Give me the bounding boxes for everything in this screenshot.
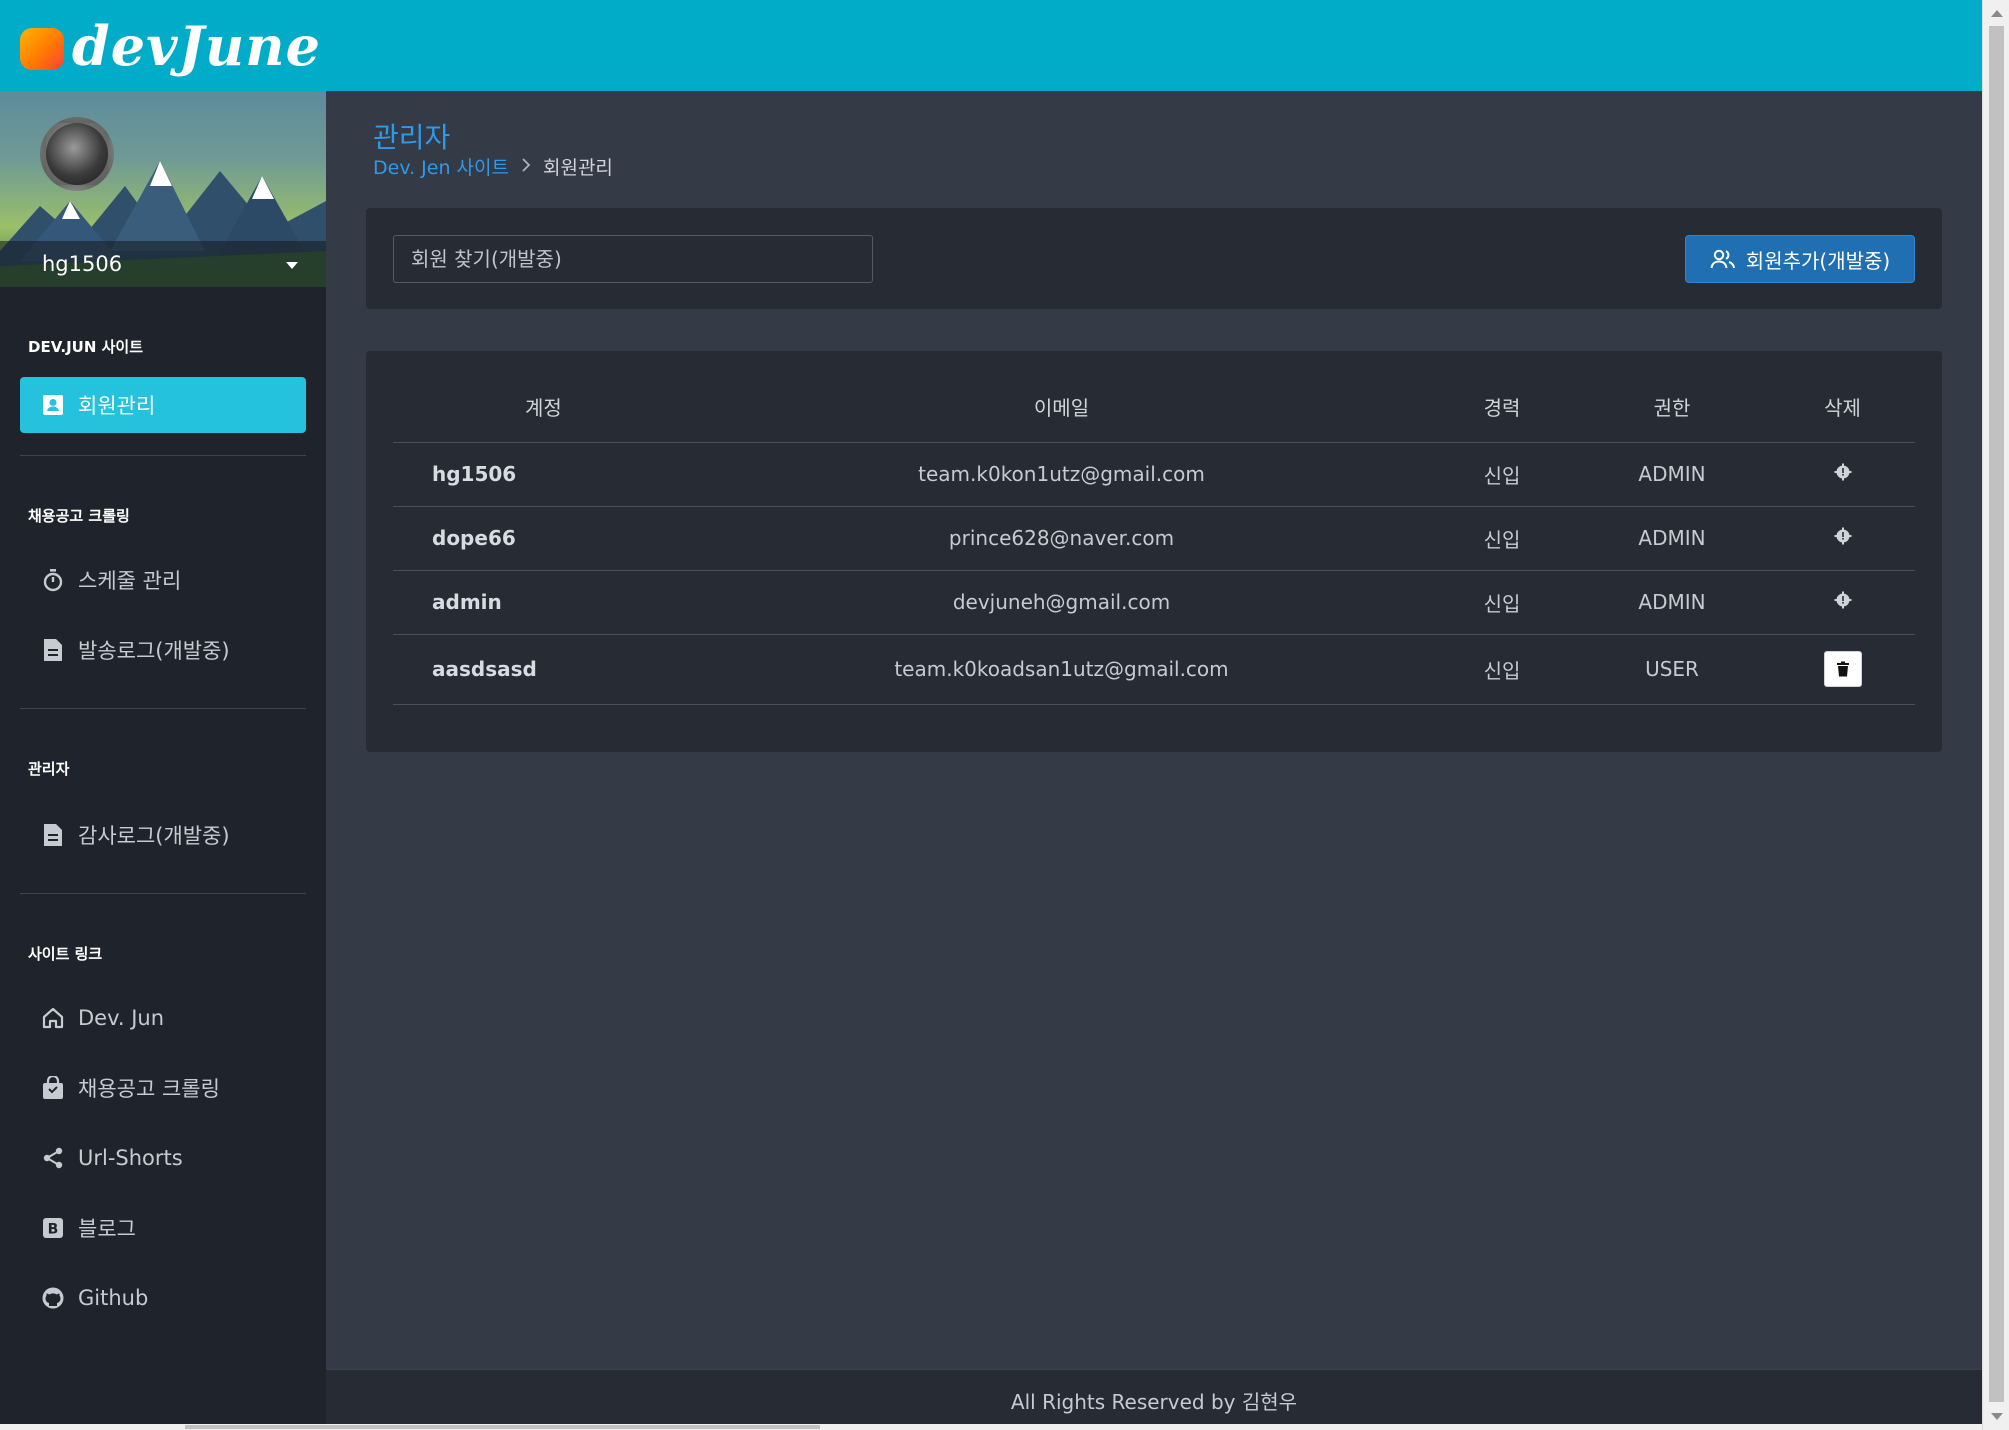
- sidebar-item-github[interactable]: Github: [20, 1270, 306, 1326]
- shopping-bag-icon: [40, 1075, 66, 1101]
- sidebar-item-blog[interactable]: B 블로그: [20, 1200, 306, 1256]
- sidebar-item-schedule[interactable]: 스케줄 관리: [20, 552, 306, 608]
- column-header-role: 권한: [1574, 371, 1770, 443]
- github-icon: [40, 1285, 66, 1311]
- scroll-up-icon[interactable]: [1991, 10, 2003, 17]
- cell-account: admin: [393, 570, 693, 635]
- document-icon: [40, 637, 66, 663]
- cell-career: 신입: [1430, 442, 1574, 507]
- sidebar: hg1506 DEV.JUN 사이트 회원관리 채용공고 크롤링 스케줄 관리: [0, 91, 326, 1430]
- table-row: hg1506 team.k0kon1utz@gmail.com 신입 ADMIN: [393, 442, 1915, 507]
- footer: All Rights Reserved by 김현우: [326, 1369, 1982, 1430]
- breadcrumb-link[interactable]: Dev. Jen 사이트: [373, 153, 509, 180]
- chevron-right-icon: [521, 156, 531, 177]
- share-icon: [40, 1145, 66, 1171]
- nav-heading-devjun: DEV.JUN 사이트: [28, 337, 144, 356]
- cell-email: devjuneh@gmail.com: [693, 570, 1430, 635]
- cell-account: hg1506: [393, 442, 693, 507]
- sidebar-item-url-shorts[interactable]: Url-Shorts: [20, 1130, 306, 1186]
- horizontal-scrollbar[interactable]: [0, 1424, 1982, 1430]
- top-header: devJune: [0, 0, 1982, 91]
- logo-icon[interactable]: [20, 27, 64, 70]
- contact-card-icon: [40, 392, 66, 418]
- column-header-email: 이메일: [693, 371, 1430, 443]
- cell-delete: [1770, 506, 1915, 571]
- cell-delete: [1770, 570, 1915, 635]
- cell-account: dope66: [393, 506, 693, 571]
- breadcrumb-current: 회원관리: [542, 157, 613, 179]
- nav-heading-site-links: 사이트 링크: [28, 944, 103, 963]
- cell-email: team.k0koadsan1utz@gmail.com: [693, 634, 1430, 705]
- document-icon: [40, 822, 66, 848]
- search-card: 회원추가(개발중): [366, 208, 1942, 309]
- cell-account: aasdsasd: [393, 634, 693, 705]
- nav-heading-admin: 관리자: [28, 759, 70, 778]
- svg-text:B: B: [48, 1222, 59, 1238]
- sidebar-item-label: 블로그: [78, 1217, 136, 1241]
- cell-role: USER: [1574, 634, 1770, 705]
- gear-icon[interactable]: [1834, 591, 1852, 609]
- sidebar-item-audit-log[interactable]: 감사로그(개발중): [20, 807, 306, 863]
- table-header-row: 계정 이메일 경력 권한 삭제: [393, 371, 1915, 443]
- cell-delete: [1770, 634, 1915, 705]
- breadcrumb: Dev. Jen 사이트 회원관리: [373, 153, 613, 180]
- scroll-down-icon[interactable]: [1991, 1413, 2003, 1420]
- table-row: admin devjuneh@gmail.com 신입 ADMIN: [393, 570, 1915, 635]
- members-table: 계정 이메일 경력 권한 삭제 hg1506 team.k0kon1utz@gm…: [393, 371, 1915, 705]
- gear-icon[interactable]: [1834, 463, 1852, 481]
- sidebar-item-label: 스케줄 관리: [78, 569, 182, 593]
- add-member-button[interactable]: 회원추가(개발중): [1685, 235, 1915, 283]
- avatar[interactable]: [40, 117, 114, 191]
- delete-user-button[interactable]: [1823, 651, 1862, 687]
- cell-role: ADMIN: [1574, 442, 1770, 507]
- blog-b-icon: B: [40, 1215, 66, 1241]
- sidebar-item-label: 감사로그(개발중): [78, 824, 230, 848]
- member-search-input[interactable]: [393, 235, 873, 283]
- table-row: aasdsasd team.k0koadsan1utz@gmail.com 신입…: [393, 634, 1915, 705]
- sidebar-item-send-log[interactable]: 발송로그(개발중): [20, 622, 306, 678]
- add-member-label: 회원추가(개발중): [1745, 248, 1891, 273]
- cell-role: ADMIN: [1574, 570, 1770, 635]
- cell-career: 신입: [1430, 570, 1574, 635]
- logo-text[interactable]: devJune: [72, 14, 321, 78]
- sidebar-item-devjun[interactable]: Dev. Jun: [20, 990, 306, 1046]
- cell-email: team.k0kon1utz@gmail.com: [693, 442, 1430, 507]
- cell-role: ADMIN: [1574, 506, 1770, 571]
- sidebar-item-label: Github: [78, 1286, 149, 1310]
- chevron-down-icon: [286, 262, 298, 269]
- sidebar-item-label: 발송로그(개발중): [78, 639, 230, 663]
- sidebar-item-job-crawling[interactable]: 채용공고 크롤링: [20, 1060, 306, 1116]
- scroll-thumb[interactable]: [1989, 26, 2004, 1402]
- vertical-scrollbar[interactable]: [1982, 0, 2009, 1430]
- sidebar-item-label: Url-Shorts: [78, 1146, 183, 1170]
- sidebar-item-label: 채용공고 크롤링: [78, 1077, 220, 1101]
- table-row: dope66 prince628@naver.com 신입 ADMIN: [393, 506, 1915, 571]
- profile-dropdown[interactable]: hg1506: [0, 241, 326, 287]
- trash-icon: [1836, 661, 1849, 677]
- home-icon: [40, 1005, 66, 1031]
- profile-panel: hg1506: [0, 91, 326, 287]
- nav-heading-crawling: 채용공고 크롤링: [28, 506, 130, 525]
- column-header-delete: 삭제: [1770, 371, 1915, 443]
- column-header-account: 계정: [393, 371, 693, 443]
- profile-name: hg1506: [42, 252, 123, 276]
- sidebar-item-member-management[interactable]: 회원관리: [20, 377, 306, 433]
- stopwatch-icon: [40, 567, 66, 593]
- gear-icon[interactable]: [1834, 527, 1852, 545]
- cell-career: 신입: [1430, 634, 1574, 705]
- cell-delete: [1770, 442, 1915, 507]
- cell-career: 신입: [1430, 506, 1574, 571]
- sidebar-item-label: 회원관리: [78, 394, 156, 418]
- cell-email: prince628@naver.com: [693, 506, 1430, 571]
- sidebar-item-label: Dev. Jun: [78, 1006, 165, 1030]
- column-header-career: 경력: [1430, 371, 1574, 443]
- page-title: 관리자: [373, 121, 451, 154]
- horizontal-scroll-thumb[interactable]: [185, 1425, 820, 1429]
- members-table-card: 계정 이메일 경력 권한 삭제 hg1506 team.k0kon1utz@gm…: [366, 351, 1942, 752]
- users-icon: [1710, 246, 1736, 272]
